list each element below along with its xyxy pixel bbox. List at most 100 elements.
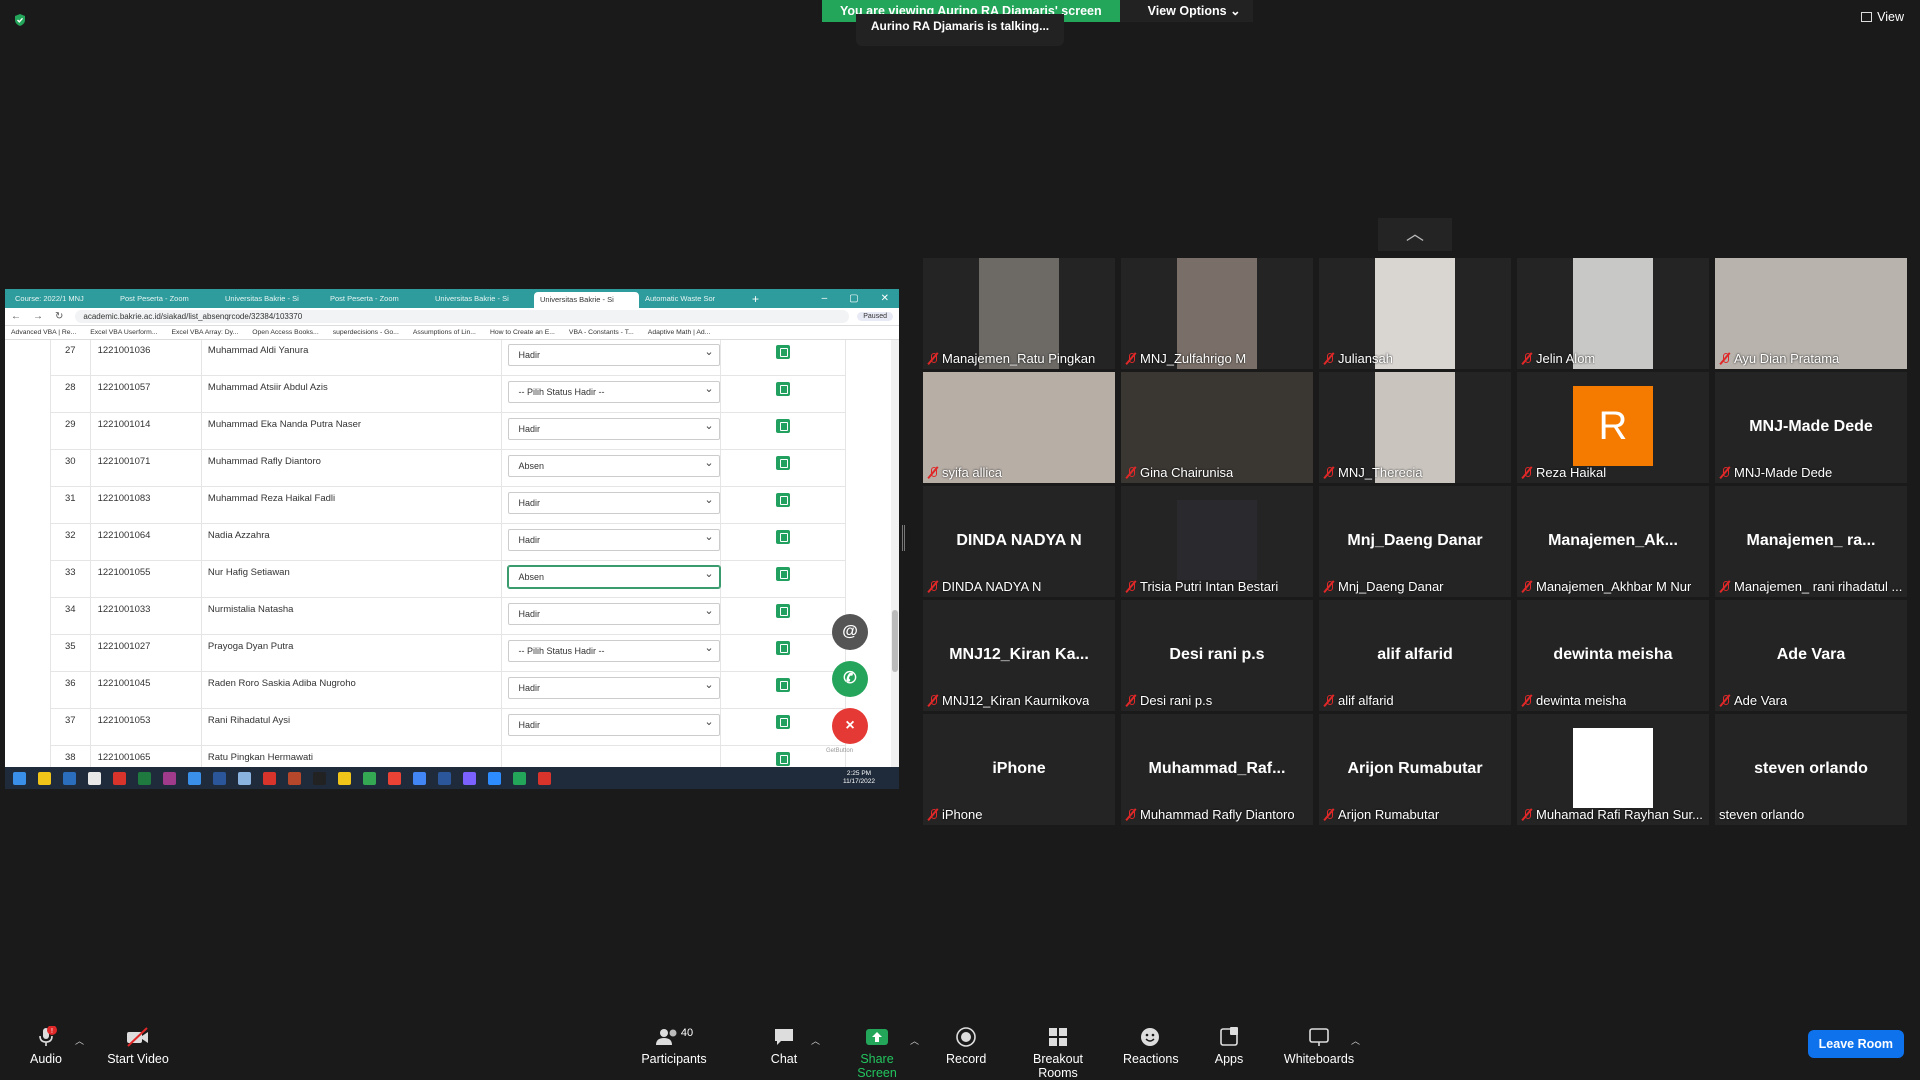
save-icon[interactable] — [775, 345, 790, 359]
attendance-status-select[interactable]: Absen — [507, 455, 720, 477]
taskbar-app-icon[interactable] — [513, 771, 526, 785]
bookmark-item[interactable]: VBA - Constants - T... — [569, 329, 634, 336]
taskbar-app-icon[interactable] — [313, 771, 326, 785]
whiteboards-options-caret-icon[interactable]: ︿ — [1351, 1034, 1360, 1047]
participant-tile[interactable]: Trisia Putri Intan Bestari — [1121, 486, 1313, 597]
attendance-status-select[interactable]: -- Pilih Status Hadir -- — [507, 640, 720, 662]
email-contact-button[interactable]: @ — [832, 614, 868, 650]
attendance-status-select[interactable]: Hadir — [507, 492, 720, 514]
taskbar-app-icon[interactable] — [463, 771, 476, 785]
chat-options-caret-icon[interactable]: ︿ — [811, 1034, 820, 1047]
new-tab-icon[interactable]: + — [752, 292, 759, 306]
breakout-rooms-button[interactable]: Breakout Rooms — [1013, 1026, 1103, 1080]
share-screen-button[interactable]: Share Screen — [840, 1026, 914, 1080]
attendance-status-select[interactable]: Hadir — [507, 714, 720, 736]
save-icon[interactable] — [775, 715, 790, 729]
taskbar-app-icon[interactable] — [413, 771, 426, 785]
taskbar-app-icon[interactable] — [163, 771, 176, 785]
url-field[interactable]: academic.bakrie.ac.id/siakad/list_absenq… — [75, 310, 850, 323]
audio-options-caret-icon[interactable]: ︿ — [75, 1034, 84, 1047]
taskbar-app-icon[interactable] — [238, 771, 251, 785]
browser-tab[interactable]: Post Peserta - Zoom — [114, 291, 219, 307]
participant-tile[interactable]: Desi rani p.s Desi rani p.s — [1121, 600, 1313, 711]
bookmark-item[interactable]: Excel VBA Array: Dy... — [171, 329, 238, 336]
save-icon[interactable] — [775, 604, 790, 618]
taskbar-app-icon[interactable] — [438, 771, 451, 785]
save-icon[interactable] — [775, 530, 790, 544]
forward-icon[interactable]: → — [33, 311, 43, 322]
taskbar-app-icon[interactable] — [113, 771, 126, 785]
taskbar-app-icon[interactable] — [288, 771, 301, 785]
taskbar-clock[interactable]: 2:25 PM 11/17/2022 — [843, 770, 899, 786]
encryption-shield-icon[interactable] — [13, 13, 27, 27]
browser-tab[interactable]: Automatic Waste Sor — [639, 291, 744, 307]
bookmark-item[interactable]: superdecisions - Go... — [333, 329, 399, 336]
participant-tile[interactable]: Jelin Alom — [1517, 258, 1709, 369]
apps-button[interactable]: Apps — [1213, 1026, 1245, 1066]
chat-button[interactable]: Chat — [770, 1026, 798, 1066]
bookmark-item[interactable]: Assumptions of Lin... — [413, 329, 476, 336]
close-contact-button[interactable]: × — [832, 708, 868, 744]
participant-tile[interactable]: Mnj_Daeng Danar Mnj_Daeng Danar — [1319, 486, 1511, 597]
close-window-icon[interactable]: ✕ — [881, 293, 889, 304]
participant-tile[interactable]: steven orlando steven orlando — [1715, 714, 1907, 825]
attendance-status-select[interactable]: Hadir — [507, 603, 720, 625]
back-icon[interactable]: ← — [11, 311, 21, 322]
attendance-status-select[interactable]: Absen — [507, 566, 720, 588]
taskbar-app-icon[interactable] — [88, 771, 101, 785]
attendance-status-select[interactable]: Hadir — [507, 418, 720, 440]
page-scrollbar[interactable] — [891, 340, 899, 767]
browser-tab[interactable]: Course: 2022/1 MNJ — [9, 291, 114, 307]
gallery-collapse-button[interactable]: ︿ — [1378, 218, 1452, 251]
shared-screen[interactable]: Course: 2022/1 MNJ Post Peserta - Zoom Uni… — [5, 289, 899, 789]
profile-paused-badge[interactable]: Paused — [857, 312, 893, 321]
taskbar-app-icon[interactable] — [213, 771, 226, 785]
audio-button[interactable]: ! Audio — [28, 1026, 64, 1066]
leave-room-button[interactable]: Leave Room — [1807, 1030, 1904, 1058]
participant-tile[interactable]: dewinta meisha dewinta meisha — [1517, 600, 1709, 711]
taskbar-app-icon[interactable] — [363, 771, 376, 785]
windows-start-icon[interactable] — [13, 771, 26, 785]
participant-tile[interactable]: MNJ-Made Dede MNJ-Made Dede — [1715, 372, 1907, 483]
participant-tile[interactable]: alif alfarid alif alfarid — [1319, 600, 1511, 711]
save-icon[interactable] — [775, 456, 790, 470]
participant-tile[interactable]: Arijon Rumabutar Arijon Rumabutar — [1319, 714, 1511, 825]
whiteboards-button[interactable]: Whiteboards — [1283, 1026, 1355, 1066]
share-options-caret-icon[interactable]: ︿ — [910, 1034, 919, 1047]
browser-tab[interactable]: Universitas Bakrie - Si — [429, 291, 534, 307]
taskbar-app-icon[interactable] — [388, 771, 401, 785]
participant-tile[interactable]: Juliansah — [1319, 258, 1511, 369]
participant-tile[interactable]: Manajemen_ ra... Manajemen_ rani rihadatu… — [1715, 486, 1907, 597]
save-icon[interactable] — [775, 419, 790, 433]
view-button[interactable]: View — [1861, 10, 1904, 24]
participant-tile[interactable]: DINDA NADYA N DINDA NADYA N — [923, 486, 1115, 597]
save-icon[interactable] — [775, 382, 790, 396]
participant-tile[interactable]: iPhone iPhone — [923, 714, 1115, 825]
taskbar-app-icon[interactable] — [488, 771, 501, 785]
minimize-icon[interactable]: – — [822, 293, 828, 304]
attendance-status-select[interactable]: Hadir — [507, 529, 720, 551]
save-icon[interactable] — [775, 752, 790, 766]
taskbar-app-icon[interactable] — [188, 771, 201, 785]
participant-tile[interactable]: Muhamad Rafi Rayhan Sur... — [1517, 714, 1709, 825]
bookmark-item[interactable]: Adaptive Math | Ad... — [648, 329, 711, 336]
participant-tile[interactable]: MNJ_Zulfahrigo M — [1121, 258, 1313, 369]
maximize-icon[interactable]: ▢ — [849, 293, 858, 304]
taskbar-app-icon[interactable] — [338, 771, 351, 785]
bookmark-item[interactable]: Excel VBA Userform... — [90, 329, 157, 336]
participant-tile[interactable]: Ayu Dian Pratama — [1715, 258, 1907, 369]
start-video-button[interactable]: Start Video — [106, 1026, 170, 1066]
attendance-status-select[interactable]: -- Pilih Status Hadir -- — [507, 381, 720, 403]
scrollbar-thumb[interactable] — [892, 610, 898, 672]
save-icon[interactable] — [775, 641, 790, 655]
record-button[interactable]: Record — [946, 1026, 986, 1066]
save-icon[interactable] — [775, 678, 790, 692]
participant-tile[interactable]: Manajemen_Ak... Manajemen_Akhbar M Nur — [1517, 486, 1709, 597]
view-options-button[interactable]: View Options ⌄ — [1119, 0, 1253, 22]
participant-tile[interactable]: MNJ_Therecia — [1319, 372, 1511, 483]
attendance-status-select[interactable]: Hadir — [507, 677, 720, 699]
participant-tile[interactable]: Manajemen_Ratu Pingkan — [923, 258, 1115, 369]
participant-tile[interactable]: MNJ12_Kiran Ka... MNJ12_Kiran Kaurnikova — [923, 600, 1115, 711]
reload-icon[interactable]: ↻ — [55, 311, 63, 322]
bookmark-item[interactable]: Advanced VBA | Re... — [11, 329, 76, 336]
